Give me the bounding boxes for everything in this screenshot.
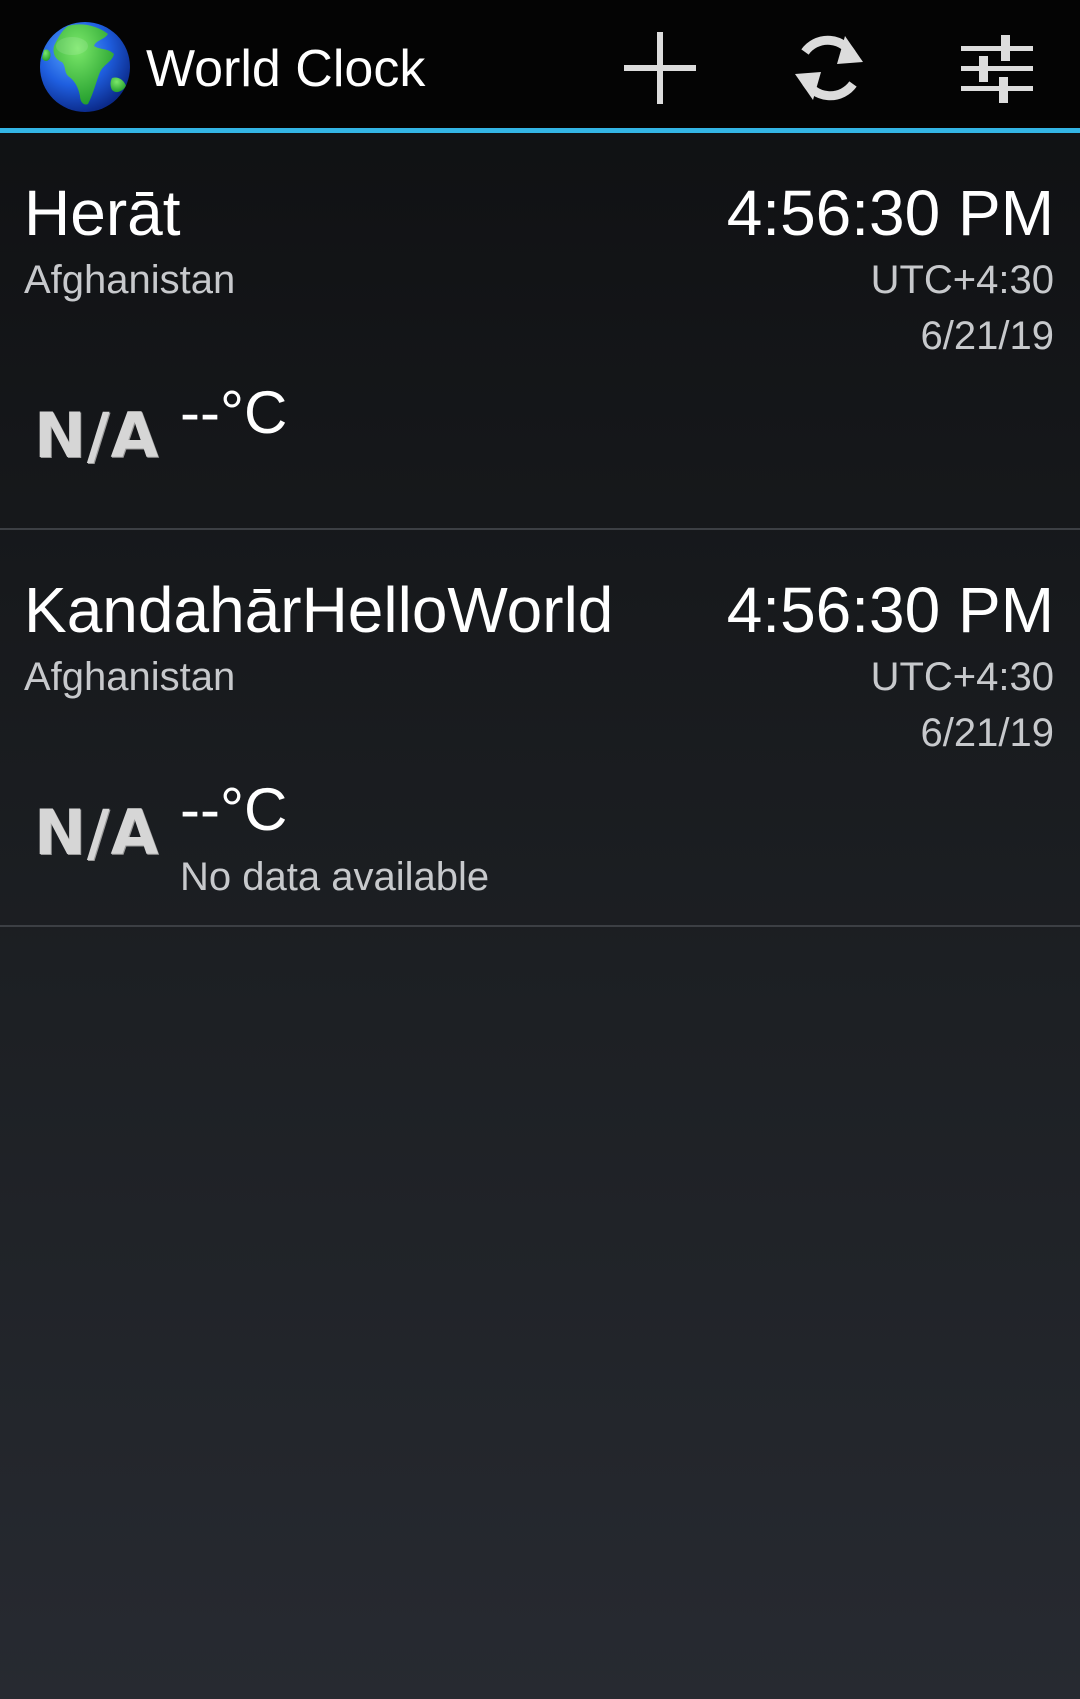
temperature: --°C xyxy=(180,776,288,843)
clock-list: Herāt Afghanistan 4:56:30 PM UTC+4:30 6/… xyxy=(0,133,1080,927)
clock-row[interactable]: KandahārHelloWorld Afghanistan 4:56:30 P… xyxy=(0,530,1080,927)
local-time: 4:56:30 PM xyxy=(726,574,1054,646)
local-date: 6/21/19 xyxy=(920,314,1054,358)
add-button[interactable] xyxy=(605,20,715,115)
globe-icon[interactable] xyxy=(38,20,132,114)
sliders-icon xyxy=(961,34,1033,103)
app-title: World Clock xyxy=(146,40,426,98)
country-name: Afghanistan xyxy=(24,655,236,699)
weather-na-icon: N/A xyxy=(34,796,160,869)
plus-icon xyxy=(624,31,696,104)
city-name: KandahārHelloWorld xyxy=(24,574,614,646)
action-bar: World Clock xyxy=(0,0,1080,133)
city-name: Herāt xyxy=(24,177,181,249)
country-name: Afghanistan xyxy=(24,258,236,302)
local-date: 6/21/19 xyxy=(920,711,1054,755)
clock-row[interactable]: Herāt Afghanistan 4:56:30 PM UTC+4:30 6/… xyxy=(0,133,1080,530)
utc-offset: UTC+4:30 xyxy=(870,258,1054,302)
weather-description: No data available xyxy=(180,855,490,899)
refresh-button[interactable] xyxy=(774,20,884,115)
weather-na-icon: N/A xyxy=(34,399,160,472)
settings-button[interactable] xyxy=(942,20,1052,115)
utc-offset: UTC+4:30 xyxy=(870,655,1054,699)
refresh-icon xyxy=(795,35,863,100)
local-time: 4:56:30 PM xyxy=(726,177,1054,249)
temperature: --°C xyxy=(180,379,288,446)
